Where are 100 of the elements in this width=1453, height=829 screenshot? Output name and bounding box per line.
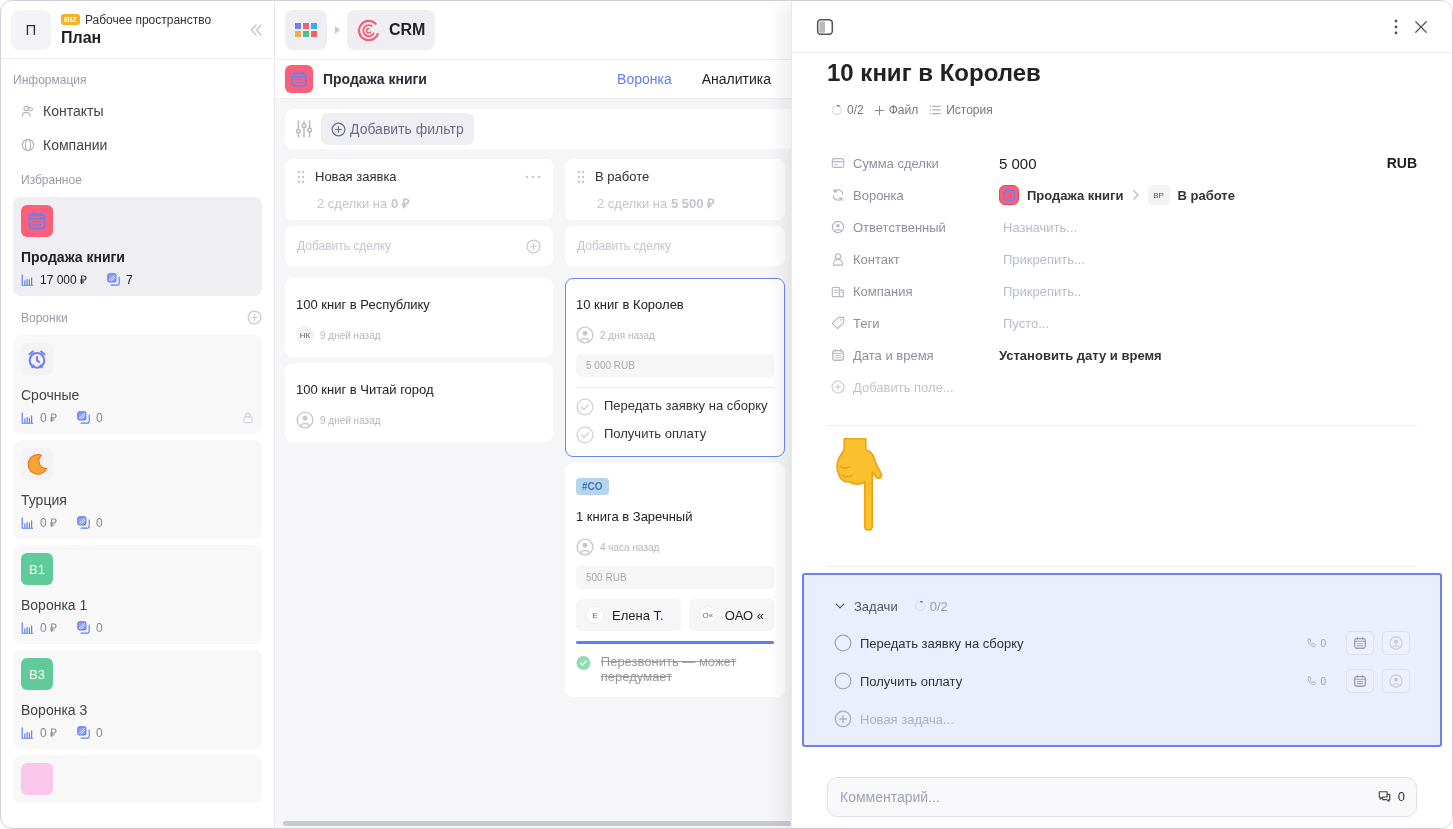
stacked-squares-icon <box>77 621 90 634</box>
deal-card[interactable]: 10 книг в Королев 2 дня назад 5 000 RUB Передать заявку на сборку Получить оплату <box>565 278 785 457</box>
add-filter-button[interactable]: Добавить фильтр <box>321 113 474 145</box>
funnel-name: Турция <box>21 492 68 508</box>
task-label: Передать заявку на сборку <box>860 635 1025 651</box>
funnel-sum: 17 000 ₽ <box>40 272 88 288</box>
deal-card[interactable]: 100 книг в Читай город 9 дней назад <box>285 363 553 442</box>
funnel-badge: В3 <box>21 658 53 690</box>
funnel-card[interactable]: Срочные 0 ₽ 0 <box>13 335 262 434</box>
funnel-card[interactable]: В3 Воронка 3 0 ₽ 0 <box>13 650 262 749</box>
field-label: Контакт <box>853 251 900 267</box>
progress-ring-icon <box>913 600 926 612</box>
drag-handle-icon[interactable] <box>297 169 305 184</box>
check-circle-icon[interactable] <box>576 398 594 416</box>
sidebar-toggle-icon[interactable] <box>816 17 834 36</box>
add-icon[interactable] <box>526 238 541 254</box>
bar-chart-icon <box>21 621 34 634</box>
avatar: НК <box>296 326 314 344</box>
people-icon <box>21 104 35 118</box>
date-link[interactable]: Установить дату и время <box>999 347 1162 363</box>
task-count: 0/2 <box>847 103 864 117</box>
check-circle-icon[interactable] <box>576 426 594 444</box>
funnel-card[interactable]: Турция 0 ₽ 0 <box>13 440 262 539</box>
assignee-button[interactable] <box>1382 669 1410 693</box>
close-icon[interactable] <box>1414 19 1428 34</box>
history-button[interactable]: История <box>928 103 993 117</box>
field-label: Дата и время <box>853 347 934 363</box>
deal-count: 0 <box>96 410 103 425</box>
card-icon <box>831 156 845 170</box>
globe-icon <box>21 138 35 152</box>
tab[interactable]: Воронка <box>607 71 682 87</box>
drag-handle-icon[interactable] <box>577 169 585 184</box>
funnel-link[interactable]: Продажа книги <box>1027 187 1124 203</box>
calendar-icon <box>999 185 1019 205</box>
date-button[interactable] <box>1346 669 1374 693</box>
person-chip[interactable]: О« ОАО « <box>688 599 774 631</box>
task-label: Перезвонить — может передумает <box>600 654 738 684</box>
deal-amount: 5 000 RUB <box>576 354 774 377</box>
deal-time: 9 дней назад <box>320 329 381 341</box>
more-icon[interactable] <box>1394 18 1398 35</box>
chevron-right-icon <box>1131 190 1140 200</box>
funnel-sum: 0 ₽ <box>40 620 57 636</box>
stage-link[interactable]: В работе <box>1177 187 1235 203</box>
add-file-button[interactable]: Файл <box>873 103 919 117</box>
date-button[interactable] <box>1346 631 1374 655</box>
plus-icon <box>873 104 885 116</box>
deal-card[interactable]: #CO 1 книга в Заречный 4 часа назад 500 RUB Е Елена Т. О« ОАО « Перезвонить — может передумает <box>565 463 785 697</box>
currency: RUB <box>1386 155 1417 171</box>
calendar-icon <box>1353 674 1367 688</box>
funnel-card[interactable] <box>13 755 262 803</box>
phone-icon <box>1307 676 1318 686</box>
workspace-name: План <box>61 28 103 47</box>
nav-item[interactable]: Компании <box>13 131 262 159</box>
task-checkbox[interactable] <box>834 634 852 652</box>
field-label: Компания <box>853 283 913 299</box>
tasks-section[interactable]: Задачи 0/2 Передать заявку на сборку 0 Получить оплату 0 Новая задача... <box>802 573 1442 747</box>
column-title: Новая заявка <box>315 169 398 184</box>
deal-title: 100 книг в Читай город <box>296 381 435 399</box>
breadcrumb-arrow-icon <box>333 25 341 35</box>
column-summary: 2 сделки на 5 500 ₽ <box>596 195 717 212</box>
avatar: Е <box>586 606 604 624</box>
stacked-squares-icon <box>77 726 90 739</box>
workspace-label: Рабочее пространство <box>84 12 212 27</box>
deal-time: 9 дней назад <box>320 414 381 426</box>
stacked-squares-icon <box>77 516 90 529</box>
funnel-card[interactable]: Продажа книги 17 000 ₽ 7 <box>13 197 262 296</box>
funnel-name: Срочные <box>21 387 81 403</box>
person-name: ОАО « <box>724 607 764 623</box>
deal-amount: 500 RUB <box>576 566 774 589</box>
column-summary: 2 сделки на 0 ₽ <box>316 195 411 212</box>
field-value: 5 000 <box>999 154 1038 172</box>
task-checkbox[interactable] <box>834 672 852 690</box>
deal-card[interactable]: 100 книг в Республику НК 9 дней назад <box>285 278 553 357</box>
add-icon[interactable] <box>247 310 262 325</box>
user-avatar-icon <box>1389 636 1403 650</box>
check-done-icon[interactable] <box>576 654 591 672</box>
section-heading: Воронки <box>21 310 68 325</box>
funnel-sum: 0 ₽ <box>40 515 57 531</box>
tab[interactable]: Аналитика <box>691 71 781 87</box>
workspace-avatar[interactable]: П <box>11 9 51 50</box>
call-count: 0 <box>1320 637 1326 649</box>
nav-item[interactable]: Контакты <box>13 97 262 125</box>
funnel-name: Воронка 3 <box>21 702 89 718</box>
field-label: Теги <box>853 315 880 331</box>
calendar-icon <box>1353 636 1367 650</box>
progress-ring-icon <box>831 104 843 116</box>
user-avatar-icon <box>576 326 594 344</box>
person-chip[interactable]: Е Елена Т. <box>576 599 681 631</box>
avatar: О« <box>698 606 717 624</box>
assignee-button[interactable] <box>1382 631 1410 655</box>
apps-button[interactable] <box>285 10 327 50</box>
sliders-icon[interactable] <box>295 120 313 138</box>
user-avatar-icon <box>1389 674 1403 688</box>
crm-button[interactable]: CRM <box>347 10 436 50</box>
deal-title: 100 книг в Республику <box>296 296 431 314</box>
funnel-card[interactable]: В1 Воронка 1 0 ₽ 0 <box>13 545 262 644</box>
section-title: Задачи <box>854 598 898 614</box>
deal-title: 10 книг в Королев <box>576 296 685 314</box>
bar-chart-icon <box>21 273 34 286</box>
deal-count: 7 <box>126 272 133 287</box>
